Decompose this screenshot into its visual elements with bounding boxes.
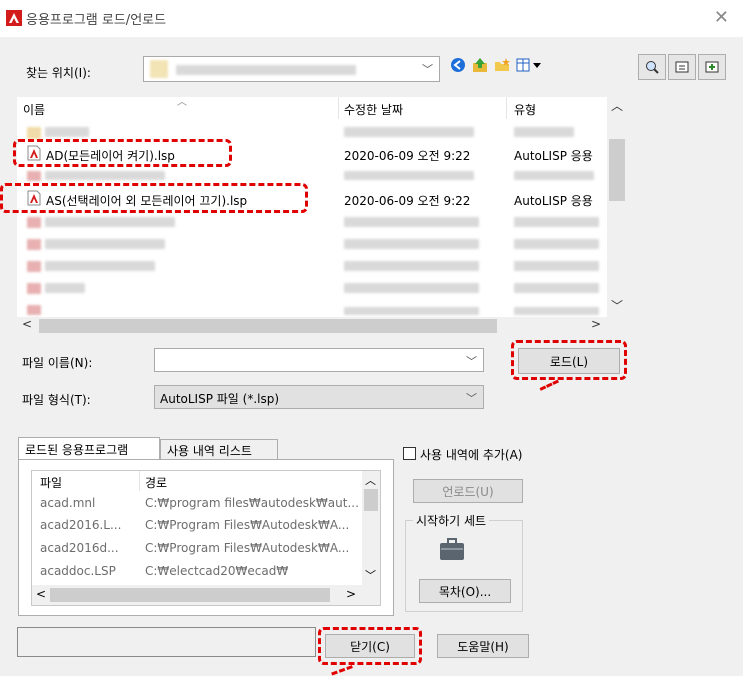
back-icon[interactable] [450,57,466,73]
search-icon [646,61,659,74]
column-header-date[interactable]: 수정한 날짜 [344,101,403,118]
scroll-up-icon[interactable]: ︿ [365,472,376,488]
scroll-thumb[interactable] [50,588,330,602]
file-list-horizontal-scrollbar[interactable]: < > [17,317,627,335]
lookin-label: 찾는 위치(I): [26,66,91,80]
filename-input[interactable]: ﹀ [154,348,484,372]
loaded-file[interactable]: acad2016d... [40,541,119,555]
column-header-path[interactable]: 경로 [145,474,167,491]
chevron-down-icon: ﹀ [422,63,433,76]
tab-history-list[interactable]: 사용 내역 리스트 [160,439,278,459]
column-separator [338,97,339,119]
annotation-highlight [318,627,422,665]
up-folder-icon[interactable] [472,57,488,73]
filename-label: 파일 이름(N): [22,356,93,370]
loaded-apps-list[interactable]: 파일 경로 acad.mnl C:₩program files₩autodesk… [31,470,381,606]
scroll-down-icon[interactable]: ﹀ [365,567,376,583]
loaded-file[interactable]: acad.mnl [40,496,95,510]
tab-label: 사용 내역 리스트 [167,444,252,458]
loaded-vertical-scrollbar[interactable]: ︿ ﹀ [362,471,380,585]
filetype-value: AutoLISP 파일 (*.lsp) [160,392,280,406]
scroll-left-icon[interactable]: < [22,317,32,331]
lookin-dropdown[interactable]: ﹀ [143,56,440,82]
loaded-file[interactable]: acaddoc.LSP [40,564,116,578]
chevron-down-icon: ﹀ [466,355,477,368]
filetype-label: 파일 형식(T): [22,393,91,407]
add-to-history-checkbox[interactable] [403,447,416,460]
loaded-horizontal-scrollbar[interactable]: < > [32,585,380,605]
scroll-thumb[interactable] [364,489,378,511]
window-title: 응용프로그램 로드/언로드 [26,13,167,28]
help-button[interactable]: 도움말(H) [437,634,529,658]
status-field [17,627,316,657]
file-date: 2020-06-09 오전 9:22 [344,194,471,208]
loaded-path: C:₩electcad20₩ecad₩ [145,564,289,578]
chevron-down-icon: ﹀ [466,392,477,405]
unload-button[interactable]: 언로드(U) [413,479,523,503]
sort-arrow-icon: ︿ [177,97,187,108]
briefcase-icon [438,536,466,565]
loaded-file[interactable]: acad2016.L... [40,518,121,532]
file-type: AutoLISP 응용 [514,194,593,208]
column-header-file[interactable]: 파일 [40,474,62,491]
add-folder-icon [705,61,719,73]
locations-button[interactable] [668,54,696,80]
scroll-right-icon[interactable]: > [346,587,356,601]
annotation-highlight [511,340,627,380]
add-location-button[interactable] [698,54,726,80]
loaded-path: C:₩program files₩autodesk₩aut... [145,496,359,510]
close-icon[interactable]: ✕ [714,8,729,28]
find-button[interactable] [638,54,666,80]
contents-button[interactable]: 목차(O)... [419,579,511,603]
loaded-path: C:₩Program Files₩Autodesk₩A... [145,541,350,555]
views-menu-icon[interactable] [516,57,544,73]
scroll-down-icon[interactable]: ﹀ [611,297,623,314]
add-to-history-label: 사용 내역에 추가(A) [420,448,523,462]
scroll-up-icon[interactable]: ︿ [611,97,623,114]
tab-label: 로드된 응용프로그램 [25,443,129,457]
startup-suite-label: 시작하기 세트 [413,512,490,529]
folder-icon [675,61,689,73]
loaded-path: C:₩Program Files₩Autodesk₩A... [145,518,350,532]
scroll-thumb[interactable] [39,319,497,333]
column-header-type[interactable]: 유형 [514,101,536,118]
new-folder-icon[interactable] [494,57,510,73]
column-separator [506,97,507,119]
file-type: AutoLISP 응용 [514,149,593,163]
scroll-thumb[interactable] [609,139,625,201]
autocad-app-icon [6,10,22,26]
column-separator [139,471,140,491]
file-list-vertical-scrollbar[interactable]: ︿ ﹀ [607,97,627,317]
tab-loaded-apps[interactable]: 로드된 응용프로그램 [18,437,160,459]
scroll-right-icon[interactable]: > [591,317,601,331]
annotation-highlight [13,139,232,167]
filetype-dropdown[interactable]: AutoLISP 파일 (*.lsp) ﹀ [154,385,484,409]
column-header-name[interactable]: 이름 [23,101,45,118]
file-date: 2020-06-09 오전 9:22 [344,149,471,163]
scroll-left-icon[interactable]: < [36,587,46,601]
annotation-highlight [0,183,308,213]
